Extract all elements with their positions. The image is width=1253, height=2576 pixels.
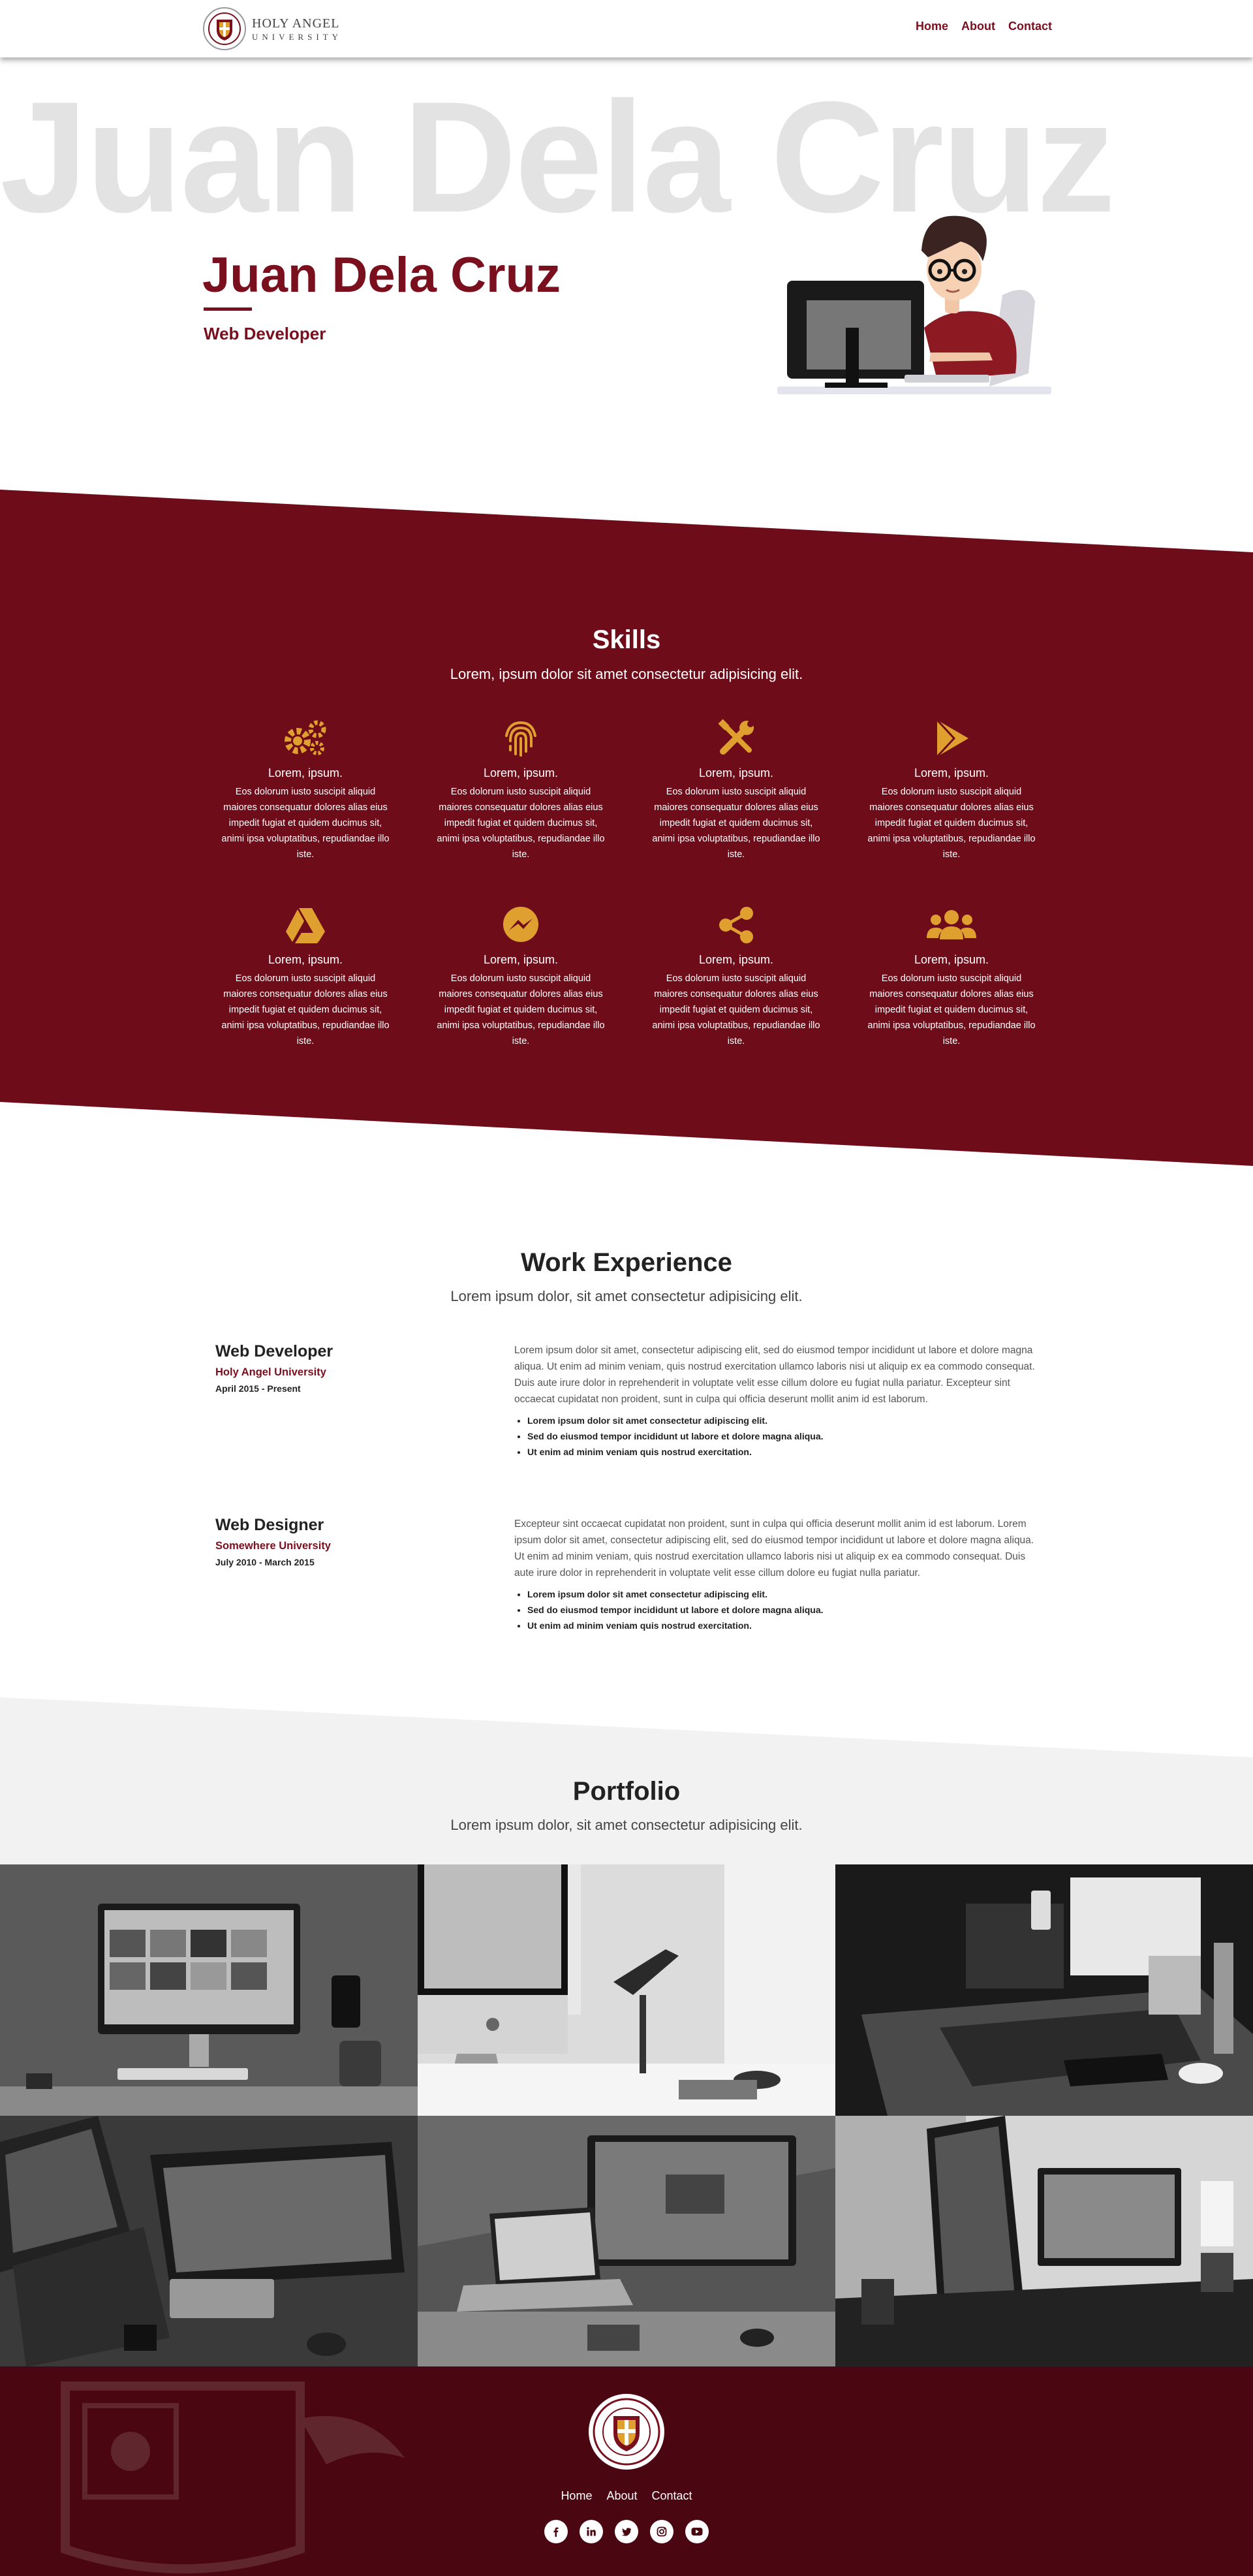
site-header: HOLY ANGEL UNIVERSITY Home About Contact — [0, 0, 1253, 57]
skill-item: Lorem, ipsum. Eos dolorum iusto suscipit… — [651, 715, 821, 862]
skill-item: Lorem, ipsum. Eos dolorum iusto suscipit… — [436, 715, 606, 862]
footer-contact-link[interactable]: Contact — [652, 2489, 692, 2503]
portfolio-image — [0, 1864, 418, 2116]
hero-role: Web Developer — [204, 324, 326, 343]
instagram-icon[interactable] — [650, 2520, 673, 2543]
nav-home-link[interactable]: Home — [916, 20, 948, 33]
job-description: Lorem ipsum dolor sit amet, consectetur … — [514, 1345, 1035, 1405]
portfolio-image — [0, 2116, 418, 2367]
portfolio-image — [418, 1864, 835, 2116]
hero-name: Juan Dela Cruz — [202, 247, 561, 303]
job-dates: July 2010 - March 2015 — [215, 1557, 315, 1567]
portfolio-item[interactable] — [835, 2116, 1253, 2367]
skill-description: Eos dolorum iusto suscipit aliquid maior… — [867, 787, 1036, 860]
skill-item: Lorem, ipsum. Eos dolorum iusto suscipit… — [867, 715, 1036, 862]
job-highlights: Lorem ipsum dolor sit amet consectetur a… — [514, 1413, 1036, 1460]
facebook-icon[interactable] — [544, 2520, 568, 2543]
job-description: Excepteur sint occaecat cupidatat non pr… — [514, 1518, 1034, 1579]
job-highlight: Ut enim ad minim veniam quis nostrud exe… — [527, 1618, 1036, 1633]
skill-description: Eos dolorum iusto suscipit aliquid maior… — [652, 973, 820, 1046]
site-footer: Home About Contact — [0, 2366, 1253, 2576]
portfolio-item[interactable] — [0, 2116, 418, 2367]
footer-home-link[interactable]: Home — [561, 2489, 592, 2503]
logo-line-2: UNIVERSITY — [252, 31, 342, 42]
skill-item: Lorem, ipsum. Eos dolorum iusto suscipit… — [436, 902, 606, 1049]
portfolio-item[interactable] — [418, 1864, 835, 2116]
google-drive-icon — [221, 902, 390, 948]
messenger-icon — [436, 902, 606, 948]
hero-underline — [204, 307, 252, 311]
skill-title: Lorem, ipsum. — [914, 766, 989, 779]
developer-illustration — [777, 215, 1051, 394]
skill-description: Eos dolorum iusto suscipit aliquid maior… — [221, 973, 390, 1046]
footer-watermark-seal — [61, 2381, 405, 2573]
skill-item: Lorem, ipsum. Eos dolorum iusto suscipit… — [221, 715, 390, 862]
youtube-icon[interactable] — [685, 2520, 709, 2543]
nav-about-link[interactable]: About — [961, 20, 995, 33]
gears-icon — [221, 715, 390, 761]
skill-description: Eos dolorum iusto suscipit aliquid maior… — [437, 787, 605, 860]
job-highlight: Lorem ipsum dolor sit amet consectetur a… — [527, 1586, 1036, 1602]
nav-contact-link[interactable]: Contact — [1008, 20, 1052, 33]
skill-item: Lorem, ipsum. Eos dolorum iusto suscipit… — [651, 902, 821, 1049]
university-logo[interactable]: HOLY ANGEL UNIVERSITY — [202, 7, 342, 51]
job-company: Somewhere University — [215, 1540, 331, 1552]
skill-title: Lorem, ipsum. — [268, 953, 343, 966]
portfolio-subtitle: Lorem ipsum dolor, sit amet consectetur … — [450, 1817, 803, 1833]
skill-title: Lorem, ipsum. — [268, 766, 343, 779]
work-title: Work Experience — [521, 1248, 732, 1277]
skills-subtitle: Lorem, ipsum dolor sit amet consectetur … — [450, 666, 803, 682]
skill-description: Eos dolorum iusto suscipit aliquid maior… — [437, 973, 605, 1046]
social-links — [0, 2520, 1253, 2543]
skill-title: Lorem, ipsum. — [914, 953, 989, 966]
skills-section-background — [0, 490, 1253, 1166]
skill-description: Eos dolorum iusto suscipit aliquid maior… — [867, 973, 1036, 1046]
play-store-icon — [867, 715, 1036, 761]
linkedin-icon[interactable] — [580, 2520, 603, 2543]
skill-description: Eos dolorum iusto suscipit aliquid maior… — [652, 787, 820, 860]
skill-description: Eos dolorum iusto suscipit aliquid maior… — [221, 787, 390, 860]
main-nav: Home About Contact — [916, 20, 1052, 33]
job-company: Holy Angel University — [215, 1366, 326, 1378]
job-highlights: Lorem ipsum dolor sit amet consectetur a… — [514, 1586, 1036, 1633]
job-highlight: Ut enim ad minim veniam quis nostrud exe… — [527, 1444, 1036, 1460]
portfolio-item[interactable] — [0, 1864, 418, 2116]
portfolio-title: Portfolio — [572, 1777, 681, 1806]
university-seal-icon — [203, 7, 246, 50]
portfolio-image — [418, 2116, 835, 2367]
job-highlight: Sed do eiusmod tempor incididunt ut labo… — [527, 1428, 1036, 1444]
skill-title: Lorem, ipsum. — [698, 953, 774, 966]
job-highlight: Sed do eiusmod tempor incididunt ut labo… — [527, 1602, 1036, 1618]
skill-title: Lorem, ipsum. — [483, 953, 559, 966]
logo-line-1: HOLY ANGEL — [252, 16, 340, 31]
portfolio-item[interactable] — [418, 2116, 835, 2367]
job-highlight: Lorem ipsum dolor sit amet consectetur a… — [527, 1413, 1036, 1428]
skill-title: Lorem, ipsum. — [483, 766, 559, 779]
fingerprint-icon — [436, 715, 606, 761]
footer-nav: Home About Contact — [0, 2489, 1253, 2503]
job-title: Web Designer — [215, 1516, 324, 1534]
job-title: Web Developer — [215, 1342, 333, 1360]
skill-item: Lorem, ipsum. Eos dolorum iusto suscipit… — [867, 902, 1036, 1049]
portfolio-image — [835, 2116, 1253, 2367]
portfolio-item[interactable] — [835, 1864, 1253, 2116]
skills-title: Skills — [592, 625, 661, 654]
university-seal-icon[interactable] — [587, 2393, 666, 2471]
skill-title: Lorem, ipsum. — [698, 766, 774, 779]
job-dates: April 2015 - Present — [215, 1383, 301, 1394]
work-subtitle: Lorem ipsum dolor, sit amet consectetur … — [450, 1288, 803, 1304]
tools-icon — [651, 715, 821, 761]
portfolio-image — [835, 1864, 1253, 2116]
footer-about-link[interactable]: About — [606, 2489, 637, 2503]
twitter-icon[interactable] — [615, 2520, 638, 2543]
users-icon — [867, 902, 1036, 948]
share-icon — [651, 902, 821, 948]
skill-item: Lorem, ipsum. Eos dolorum iusto suscipit… — [221, 902, 390, 1049]
